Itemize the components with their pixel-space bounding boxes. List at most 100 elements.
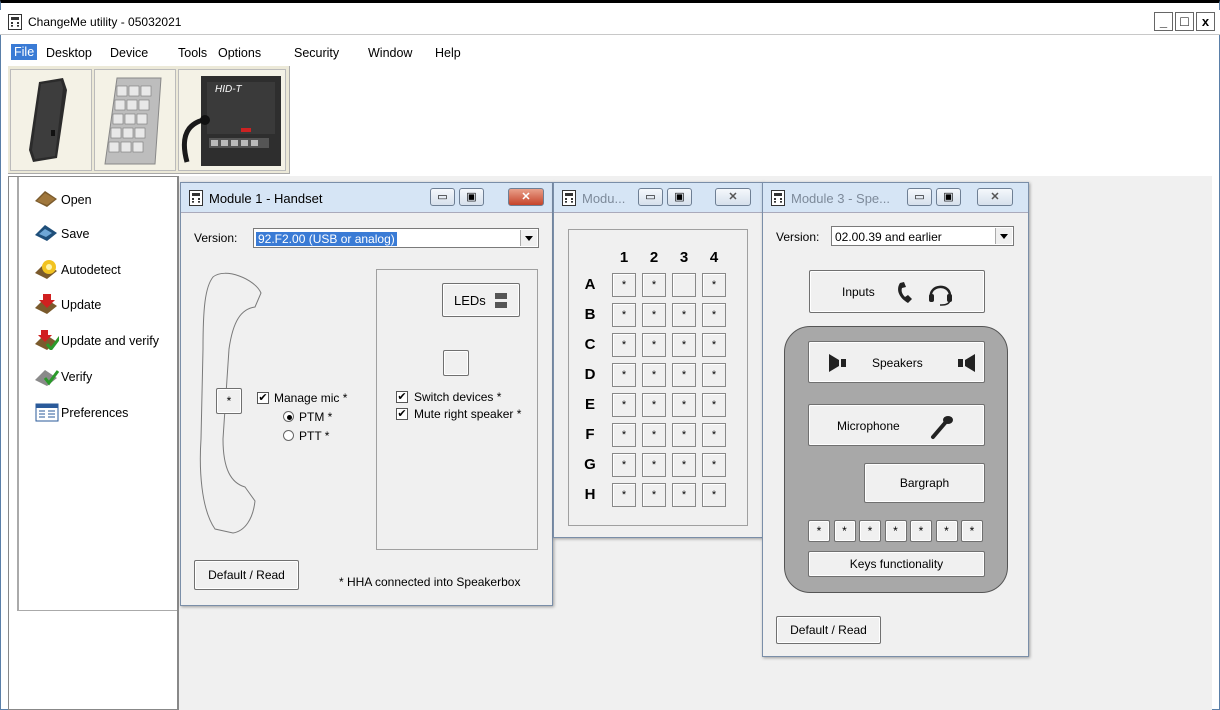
module1-titlebar[interactable]: Module 1 - Handset ▭ ▣ ✕	[181, 183, 552, 213]
menu-options[interactable]: Options	[218, 46, 261, 60]
mute-right-speaker-checkbox[interactable]: ✔	[396, 408, 408, 420]
menu-device[interactable]: Device	[110, 46, 148, 60]
module3-default-read-button[interactable]: Default / Read	[776, 616, 881, 644]
module2-title: Modu...	[582, 191, 626, 206]
menu-window[interactable]: Window	[368, 46, 412, 60]
module1-restore-button[interactable]: ▣	[459, 188, 484, 206]
speakers-button[interactable]: Speakers	[808, 341, 985, 383]
switch-devices-checkbox[interactable]: ✔	[396, 391, 408, 403]
sidebar-item-save[interactable]: Save	[33, 223, 183, 245]
module1-icon	[189, 190, 203, 206]
device-keypad[interactable]	[94, 69, 176, 171]
manage-mic-checkbox[interactable]: ✔	[257, 392, 269, 404]
close-button[interactable]: x	[1196, 12, 1215, 31]
module3-minimize-button[interactable]: ▭	[907, 188, 932, 206]
minimize-button[interactable]: _	[1154, 12, 1173, 31]
module1-version-select[interactable]: 92.F2.00 (USB or analog)	[253, 228, 539, 248]
grid-key-button[interactable]: *	[672, 393, 696, 417]
module3-close-button[interactable]: ✕	[977, 188, 1013, 206]
grid-key-button[interactable]: *	[702, 423, 726, 447]
module2-close-button[interactable]: ✕	[715, 188, 751, 206]
grid-key-button[interactable]: *	[702, 333, 726, 357]
grid-key-button[interactable]: *	[702, 393, 726, 417]
microphone-button[interactable]: Microphone	[808, 404, 985, 446]
module2-restore-button[interactable]: ▣	[667, 188, 692, 206]
leds-button[interactable]: LEDs	[442, 283, 520, 317]
grid-key-button[interactable]: *	[702, 483, 726, 507]
grid-key-E3: *	[671, 392, 697, 418]
grid-key-button[interactable]: *	[642, 333, 666, 357]
keys-functionality-button[interactable]: Keys functionality	[808, 551, 985, 577]
sidebar-item-update[interactable]: Update	[33, 294, 183, 316]
grid-key-button[interactable]: *	[612, 483, 636, 507]
sidebar-item-preferences[interactable]: Preferences	[33, 402, 183, 424]
grid-key-F4: *	[701, 422, 727, 448]
bargraph-button[interactable]: Bargraph	[864, 463, 985, 503]
grid-key-button[interactable]: *	[702, 453, 726, 477]
module1-minimize-button[interactable]: ▭	[430, 188, 455, 206]
grid-key-button[interactable]: *	[672, 423, 696, 447]
module1-blank-button[interactable]	[443, 350, 469, 376]
module3-titlebar[interactable]: Module 3 - Spe... ▭ ▣ ✕	[763, 183, 1028, 213]
module2-minimize-button[interactable]: ▭	[638, 188, 663, 206]
grid-key-button[interactable]: *	[672, 303, 696, 327]
sidebar-item-label: Save	[61, 227, 90, 241]
grid-key-D1: *	[611, 362, 637, 388]
grid-key-button[interactable]: *	[612, 333, 636, 357]
grid-key-button[interactable]: *	[642, 483, 666, 507]
menu-file[interactable]: File	[11, 44, 38, 60]
sidebar-item-verify[interactable]: Verify	[33, 366, 183, 388]
module2-icon	[562, 190, 576, 206]
grid-key-button[interactable]: *	[672, 333, 696, 357]
key-button[interactable]: *	[910, 520, 932, 542]
grid-key-button[interactable]: *	[702, 363, 726, 387]
grid-key-H3: *	[671, 482, 697, 508]
grid-key-button[interactable]: *	[672, 483, 696, 507]
menu-help[interactable]: Help	[435, 46, 461, 60]
module1-note: * HHA connected into Speakerbox	[339, 575, 521, 589]
grid-key-button[interactable]: *	[612, 393, 636, 417]
grid-row-header: A	[584, 276, 596, 293]
sidebar-item-update-and-verify[interactable]: Update and verify	[33, 330, 183, 352]
grid-key-button[interactable]: *	[702, 303, 726, 327]
grid-key-button[interactable]: *	[642, 453, 666, 477]
module3-version-select[interactable]: 02.00.39 and earlier	[831, 226, 1014, 246]
menu-security[interactable]: Security	[294, 46, 339, 60]
key-button[interactable]: *	[961, 520, 983, 542]
key-button[interactable]: *	[884, 520, 907, 542]
inputs-button[interactable]: Inputs	[809, 270, 985, 313]
grid-key-button[interactable]: *	[672, 453, 696, 477]
sidebar-item-open[interactable]: Open	[33, 189, 183, 211]
grid-key-button[interactable]: *	[642, 423, 666, 447]
menu-tools[interactable]: Tools	[178, 46, 207, 60]
key-button[interactable]: *	[859, 520, 881, 542]
module2-titlebar[interactable]: Modu... ▭ ▣ ✕	[554, 183, 762, 213]
grid-key-button[interactable]: *	[612, 303, 636, 327]
module3-restore-button[interactable]: ▣	[936, 188, 961, 206]
grid-key-button[interactable]: *	[642, 303, 666, 327]
device-handset[interactable]	[10, 69, 92, 171]
ptt-radio[interactable]	[283, 430, 294, 441]
grid-key-button[interactable]: *	[642, 273, 666, 297]
grid-key-button[interactable]: *	[612, 423, 636, 447]
grid-key-button[interactable]: *	[612, 453, 636, 477]
grid-key-button[interactable]: *	[672, 363, 696, 387]
sidebar-item-autodetect[interactable]: Autodetect	[33, 259, 183, 281]
grid-column-header: 2	[649, 249, 659, 266]
module1-close-button[interactable]: ✕	[508, 188, 544, 206]
key-button[interactable]: *	[808, 520, 830, 542]
key-button[interactable]: *	[935, 520, 958, 542]
grid-key-button[interactable]	[672, 273, 696, 297]
grid-key-button[interactable]: *	[612, 273, 636, 297]
grid-key-button[interactable]: *	[702, 273, 726, 297]
menu-desktop[interactable]: Desktop	[46, 46, 92, 60]
grid-key-button[interactable]: *	[642, 363, 666, 387]
module1-default-read-button[interactable]: Default / Read	[194, 560, 299, 590]
module1-star-button[interactable]: *	[216, 388, 242, 414]
device-speakerbox[interactable]: HID-T	[178, 69, 286, 171]
grid-key-button[interactable]: *	[612, 363, 636, 387]
maximize-button[interactable]: □	[1175, 12, 1194, 31]
ptm-radio[interactable]	[283, 411, 294, 422]
key-button[interactable]: *	[833, 520, 856, 542]
grid-key-button[interactable]: *	[642, 393, 666, 417]
